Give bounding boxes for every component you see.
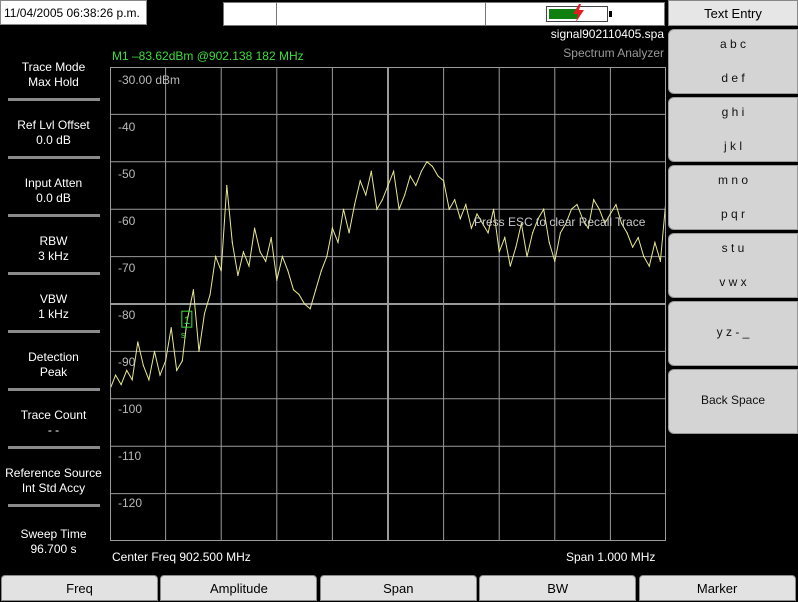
left-menu-divider — [8, 98, 100, 101]
y-axis-label: -110 — [118, 449, 142, 463]
y-axis-label: -50 — [118, 167, 136, 181]
softkey-back-space[interactable]: Back Space — [668, 369, 798, 434]
file-name: signal902110405.spa — [550, 27, 664, 41]
charging-bolt-icon — [573, 4, 584, 22]
recall-trace-message: Press ESC to clear Recall Trace — [474, 215, 646, 229]
softkey-line2: v w x — [719, 275, 747, 289]
y-axis-label: -60 — [118, 214, 136, 228]
left-menu-item-value: - - — [47, 423, 60, 437]
left-menu-item[interactable]: Trace Mode Max Hold — [0, 60, 107, 101]
left-menu-divider — [8, 272, 100, 275]
left-menu-divider — [8, 330, 100, 333]
left-menu-item-value: 0.0 dB — [36, 133, 71, 147]
bottom-key-amplitude[interactable]: Amplitude — [160, 575, 318, 601]
left-menu-divider — [8, 446, 100, 449]
left-menu-item-title: Ref Lvl Offset — [17, 118, 90, 132]
y-axis-label: -70 — [118, 261, 136, 275]
softkey-line2: j k l — [724, 139, 742, 153]
left-menu-item-value: 1 kHz — [38, 307, 69, 321]
left-menu-item-title: Trace Mode — [21, 60, 86, 74]
left-menu-divider — [8, 214, 100, 217]
softkey-line1: y z - _ — [716, 325, 750, 339]
marker-readout: M1 –83.62dBm @902.138 182 MHz — [112, 49, 304, 63]
softkey-line1: s t u — [721, 241, 745, 255]
left-menu-item[interactable]: Ref Lvl Offset 0.0 dB — [0, 118, 107, 159]
softkey-line2: p q r — [720, 207, 745, 221]
left-menu-item[interactable]: Input Atten 0.0 dB — [0, 176, 107, 217]
bottom-key-marker[interactable]: Marker — [638, 575, 796, 601]
span-value: Span 1.000 MHz — [566, 550, 656, 564]
left-menu-item-value: Max Hold — [28, 75, 79, 89]
instrument-mode: Spectrum Analyzer — [563, 46, 664, 60]
left-menu-divider — [8, 388, 100, 391]
text-entry-title: Text Entry — [668, 0, 798, 26]
left-menu-item[interactable]: Sweep Time 96.700 s — [0, 527, 107, 567]
softkey-line1: Back Space — [700, 393, 766, 407]
softkey-line1: a b c — [719, 37, 746, 51]
datetime-display: 11/04/2005 06:38:26 p.m. — [0, 0, 147, 25]
softkey-a-b-c[interactable]: a b c d e f — [668, 29, 798, 94]
left-menu-item-value: 96.700 s — [30, 542, 77, 556]
bottom-key-bw[interactable]: BW — [479, 575, 637, 601]
bottom-key-span[interactable]: Span — [319, 575, 477, 601]
left-menu-item-title: RBW — [39, 234, 68, 248]
left-menu-item-title: VBW — [39, 292, 68, 306]
y-axis-label: -100 — [118, 402, 143, 416]
left-menu-item-title: Reference Source — [5, 466, 102, 480]
softkey-line2: d e f — [721, 71, 745, 85]
left-menu-item-title: Input Atten — [24, 176, 83, 190]
y-axis-label: -90 — [118, 355, 136, 369]
softkey-line1: m n o — [717, 173, 748, 187]
plot-frame — [110, 67, 666, 541]
left-menu-item[interactable]: Trace Count - - — [0, 408, 107, 449]
left-menu-item[interactable]: RBW 3 kHz — [0, 234, 107, 275]
center-frequency: Center Freq 902.500 MHz — [112, 550, 251, 564]
left-menu-item[interactable]: Reference Source Int Std Accy — [0, 466, 107, 507]
left-menu-item[interactable]: Detection Peak — [0, 350, 107, 391]
left-menu-item-title: Detection — [28, 350, 79, 364]
left-menu-divider — [8, 156, 100, 159]
y-axis-label: -80 — [118, 308, 136, 322]
softkey-line1: g h i — [721, 105, 745, 119]
y-axis-label: -30.00 dBm — [118, 73, 181, 87]
left-menu-divider — [8, 504, 100, 507]
softkey-m-n-o[interactable]: m n o p q r — [668, 165, 798, 230]
softkey-s-t-u[interactable]: s t u v w x — [668, 233, 798, 298]
left-menu-item-value: 3 kHz — [38, 249, 69, 263]
battery-icon — [546, 4, 612, 22]
left-menu-item-title: Trace Count — [20, 408, 87, 422]
y-axis-label: -120 — [118, 496, 143, 510]
softkey-g-h-i[interactable]: g h i j k l — [668, 97, 798, 162]
left-menu-item-value: Int Std Accy — [21, 481, 86, 495]
left-menu-item[interactable]: VBW 1 kHz — [0, 292, 107, 333]
left-menu-item-value: 0.0 dB — [36, 191, 71, 205]
left-menu-item-value: Peak — [39, 365, 68, 379]
left-menu-item-title: Sweep Time — [20, 527, 87, 541]
softkey-y-z[interactable]: y z - _ — [668, 301, 798, 366]
bottom-key-freq[interactable]: Freq — [1, 575, 158, 601]
y-axis-label: -40 — [118, 120, 136, 134]
